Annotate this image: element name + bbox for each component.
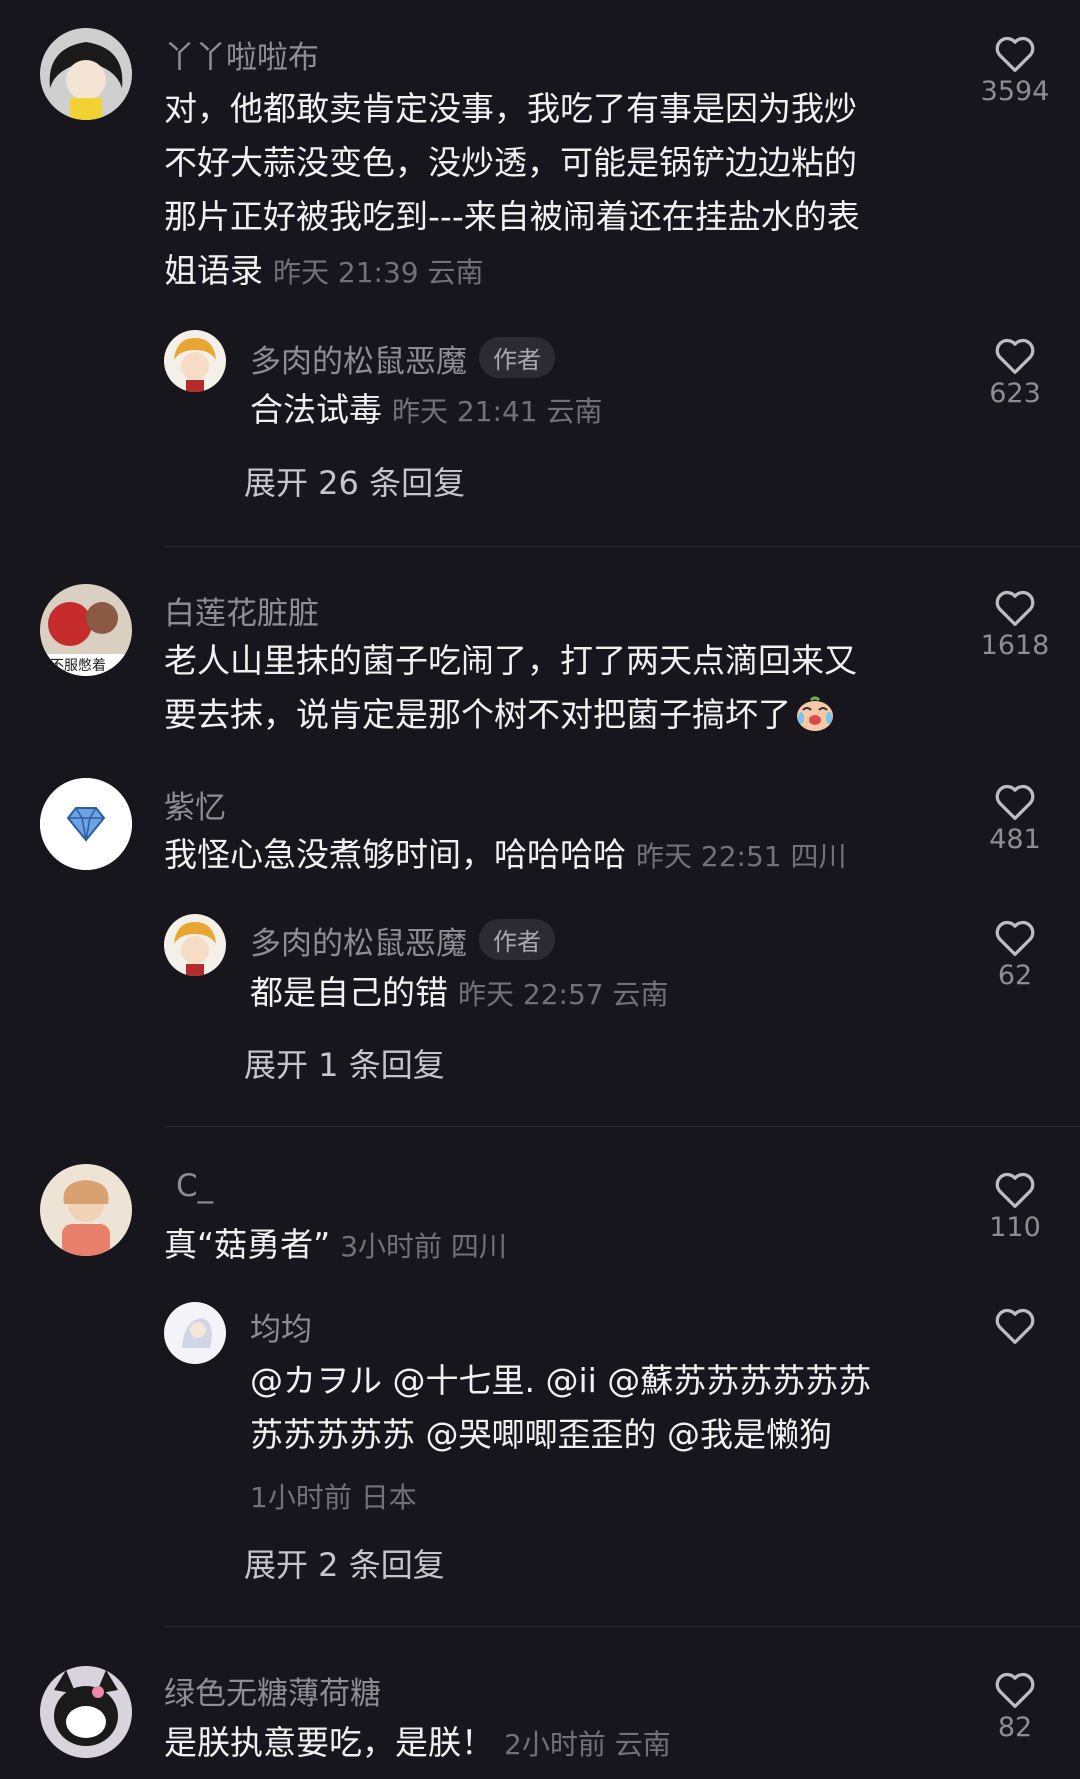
username[interactable]: 白莲花脏脏 [164,588,319,633]
author-badge: 作者 [479,337,555,378]
reply-text: 都是自己的错 昨天 22:57 云南 [250,973,669,1012]
avatar[interactable] [40,778,132,870]
username[interactable]: 紫忆 [164,782,226,827]
reply-meta: 昨天 21:41 云南 [392,395,603,428]
like-count: 481 [989,824,1041,855]
username[interactable]: C_ [176,1168,213,1204]
author-badge: 作者 [479,919,555,960]
heart-outline-icon [995,920,1035,956]
comment-meta: 2小时前 云南 [504,1728,671,1761]
username[interactable]: 丫丫啦啦布 [164,32,319,77]
heart-outline-icon [995,1172,1035,1208]
avatar[interactable] [40,1666,132,1758]
heart-outline-icon [995,1308,1035,1344]
like-count: 62 [997,960,1033,991]
comment-meta: 昨天 21:39 云南 [273,256,484,289]
like-count: 110 [989,1212,1041,1243]
reply-meta: 昨天 22:57 云南 [458,978,669,1011]
comment-list: 丫丫啦啦布 对，他都敢卖肯定没事，我吃了有事是因为我炒 不好大蒜没变色，没炒透，… [0,0,1080,1779]
like-button[interactable]: 110 [965,1170,1065,1243]
avatar[interactable] [164,330,226,392]
svg-text:不服憋着: 不服憋着 [50,658,106,674]
heart-outline-icon [995,590,1035,626]
divider [164,546,1080,547]
username[interactable]: 绿色无糖薄荷糖 [164,1668,381,1713]
like-count: 82 [997,1712,1033,1743]
reply-text: @カヲル @十七里. @ii @蘇苏苏苏苏苏苏 苏苏苏苏苏 @哭唧唧歪歪的 @我… [250,1361,872,1454]
avatar[interactable] [40,28,132,120]
divider [164,1126,1080,1127]
like-button[interactable]: 481 [965,782,1065,855]
expand-replies-button[interactable]: 展开 1 条回复 [244,1040,445,1086]
reply-username[interactable]: 多肉的松鼠恶魔 作者 [250,918,555,963]
comment-text: 老人山里抹的菌子吃闹了，打了两天点滴回来又 要去抹，说肯定是那个树不对把菌子搞坏… [164,641,857,734]
avatar[interactable] [40,1164,132,1256]
like-button[interactable]: 3594 [965,34,1065,107]
comment-text: 我怪心急没煮够时间，哈哈哈哈 昨天 22:51 四川 [164,835,847,874]
like-count: 3594 [980,76,1050,107]
divider [164,1626,1080,1627]
like-button[interactable] [965,1306,1065,1348]
comment-text: 对，他都敢卖肯定没事，我吃了有事是因为我炒 不好大蒜没变色，没炒透，可能是锅铲边… [164,89,860,290]
comment-text: 真“菇勇者” 3小时前 四川 [164,1225,507,1264]
like-count: 1618 [980,630,1050,661]
avatar[interactable]: 不服憋着 [40,584,132,676]
heart-outline-icon [995,784,1035,820]
like-button[interactable]: 623 [965,336,1065,409]
heart-outline-icon [995,1672,1035,1708]
like-button[interactable]: 1618 [965,588,1065,661]
comment-meta: 昨天 22:51 四川 [636,840,847,873]
expand-replies-button[interactable]: 展开 2 条回复 [244,1540,445,1586]
like-button[interactable]: 62 [965,918,1065,991]
reply-username[interactable]: 均均 [250,1304,312,1349]
reply-meta: 1小时前 日本 [250,1481,417,1514]
reply-text: 合法试毒 昨天 21:41 云南 [250,390,603,429]
comment-text: 是朕执意要吃，是朕！ 2小时前 云南 [164,1723,671,1762]
avatar[interactable] [164,1302,226,1364]
heart-outline-icon [995,338,1035,374]
crying-laughing-emoji-icon [797,696,833,731]
like-button[interactable]: 82 [965,1670,1065,1743]
comment-meta: 3小时前 四川 [340,1230,507,1263]
reply-username[interactable]: 多肉的松鼠恶魔 作者 [250,336,555,381]
avatar[interactable] [164,914,226,976]
like-count: 623 [989,378,1041,409]
expand-replies-button[interactable]: 展开 26 条回复 [244,458,465,504]
heart-outline-icon [995,36,1035,72]
